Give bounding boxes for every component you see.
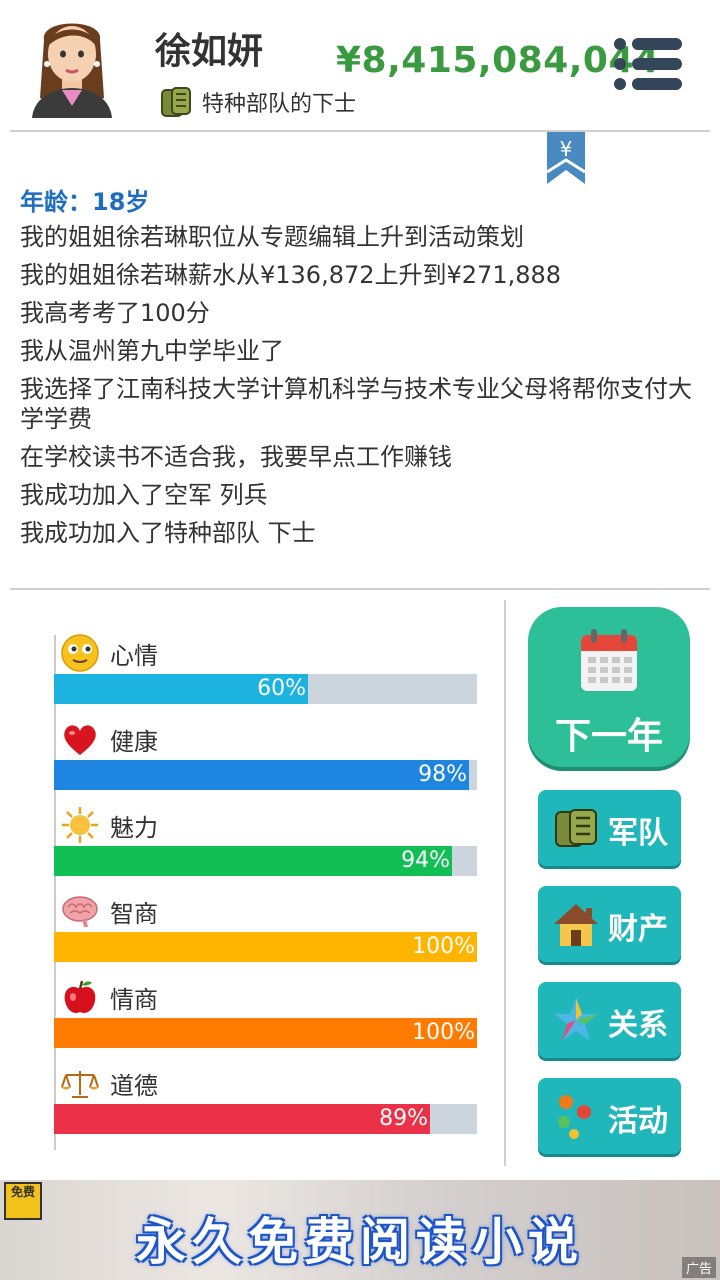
- stat-bar: 94%: [54, 846, 477, 876]
- ad-headline: 永久免费阅读小说: [136, 1213, 584, 1271]
- relations-button[interactable]: 关系: [538, 982, 681, 1058]
- calendar-icon: [581, 629, 637, 691]
- stat-bar: 100%: [54, 932, 477, 962]
- money-bookmark-icon[interactable]: ¥: [547, 132, 585, 184]
- log-divider: [10, 588, 710, 590]
- stat-health: 健康 98%: [54, 718, 477, 790]
- sun-icon: [62, 807, 98, 843]
- rank-title-row: 特种部队的下士: [158, 82, 356, 122]
- star-icon: [554, 998, 598, 1041]
- rank-title: 特种部队的下士: [202, 92, 357, 117]
- stat-mood: 心情 60%: [54, 632, 477, 704]
- log-entry: 我的姐姐徐若琳薪水从¥136,872上升到¥271,888: [20, 261, 562, 289]
- apple-icon: [64, 980, 96, 1013]
- log-entry: 我的姐姐徐若琳职位从专题编辑上升到活动策划: [20, 223, 524, 251]
- menu-icon[interactable]: [612, 36, 684, 92]
- scale-icon: [61, 1071, 99, 1098]
- stat-label: 情商: [110, 985, 158, 1014]
- smiley-icon: [61, 634, 99, 672]
- activities-icon: [558, 1095, 591, 1139]
- army-button[interactable]: 军队: [538, 790, 681, 866]
- house-icon: [554, 904, 598, 946]
- activities-label: 活动: [608, 1104, 668, 1139]
- panel-separator: [504, 600, 506, 1166]
- stat-percent: 60%: [257, 676, 306, 701]
- svg-text:¥: ¥: [560, 137, 573, 161]
- age-label: 年龄：18岁: [20, 188, 150, 216]
- property-button[interactable]: 财产: [538, 886, 681, 962]
- army-label: 军队: [608, 816, 668, 851]
- stat-label: 健康: [110, 727, 158, 756]
- ad-label: 广告: [681, 1257, 716, 1278]
- property-label: 财产: [608, 912, 668, 947]
- army-rank-icon: [161, 87, 191, 117]
- stat-bar: 100%: [54, 1018, 477, 1048]
- log-entry: 在学校读书不适合我，我要早点工作赚钱: [20, 443, 452, 471]
- stat-morality: 道德 89%: [54, 1062, 477, 1134]
- life-log: 年龄：18岁 我的姐姐徐若琳职位从专题编辑上升到活动策划 我的姐姐徐若琳薪水从¥…: [20, 186, 705, 556]
- log-entry: 我选择了江南科技大学计算机科学与技术专业父母将帮你支付大学学费: [20, 375, 692, 433]
- stat-label: 心情: [110, 641, 158, 670]
- stat-iq: 智商 100%: [54, 890, 477, 962]
- player-name: 徐如妍: [155, 31, 264, 72]
- activities-button[interactable]: 活动: [538, 1078, 681, 1154]
- heart-icon: [64, 725, 96, 755]
- army-rank-icon: [555, 809, 597, 847]
- stat-percent: 98%: [418, 762, 467, 787]
- relations-label: 关系: [608, 1008, 668, 1043]
- stat-bar: 89%: [54, 1104, 477, 1134]
- stat-label: 魅力: [110, 813, 158, 842]
- brain-icon: [62, 896, 98, 927]
- avatar[interactable]: [26, 10, 118, 118]
- stat-label: 智商: [110, 899, 158, 928]
- log-entry: 我成功加入了空军 列兵: [20, 481, 268, 509]
- stat-bar: 60%: [54, 674, 477, 704]
- header-divider: [10, 130, 710, 132]
- stat-label: 道德: [110, 1071, 158, 1100]
- log-entry: 我从温州第九中学毕业了: [20, 337, 284, 365]
- ad-banner[interactable]: 免费 永久免费阅读小说 广告: [0, 1180, 720, 1280]
- stat-percent: 100%: [412, 934, 475, 959]
- stat-percent: 100%: [412, 1020, 475, 1045]
- stat-bar: 98%: [54, 760, 477, 790]
- log-entry: 我高考考了100分: [20, 299, 210, 327]
- stat-eq: 情商 100%: [54, 976, 477, 1048]
- next-year-label: 下一年: [554, 716, 663, 757]
- stat-percent: 89%: [379, 1106, 428, 1131]
- log-entry: 我成功加入了特种部队 下士: [20, 519, 316, 547]
- stat-charm: 魅力 94%: [54, 804, 477, 876]
- next-year-button[interactable]: 下一年: [528, 607, 690, 767]
- stat-percent: 94%: [401, 848, 450, 873]
